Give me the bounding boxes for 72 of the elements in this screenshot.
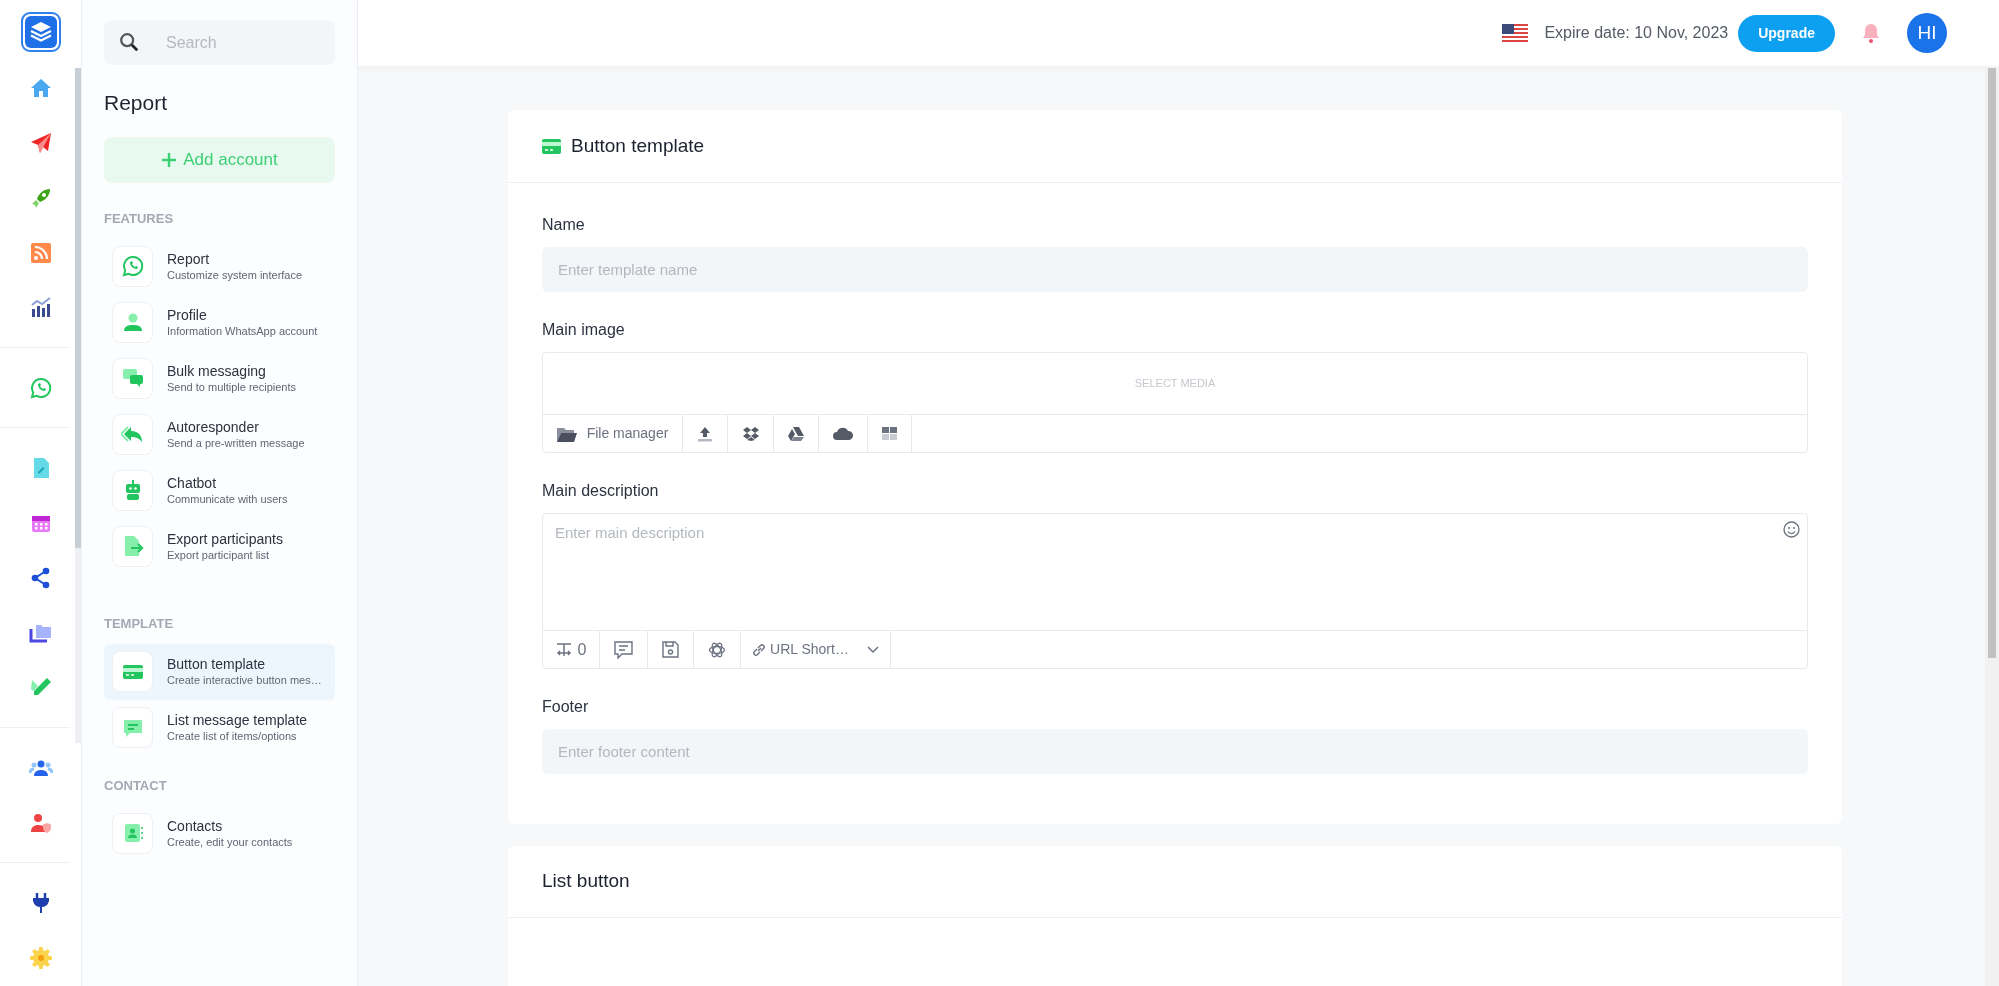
us-flag-icon[interactable] [1502,24,1529,42]
plus-icon [161,151,178,168]
item-title: List message template [167,711,308,729]
field-label: Footer [542,697,590,717]
sidebar-item[interactable]: Profile Information WhatsApp account [104,294,335,350]
item-title: Autoresponder [167,417,260,436]
item-subtitle: Create list of items/options [167,729,298,744]
item-title: Bulk messaging [167,361,267,380]
spacing-icon [555,642,572,657]
section-heading: FEATURES [104,209,175,228]
field-label: Main image [542,320,626,340]
item-title: Contacts [167,816,224,835]
grid-icon [882,427,897,440]
sidebar-item[interactable]: Export participants Export participant list [104,518,335,574]
sidebar-title: Report [104,90,169,116]
card-title: List button [542,869,630,894]
triangle-drive-icon [788,426,804,441]
upload-icon [697,425,713,442]
item-title: Profile [167,305,208,324]
field-label: Name [542,215,586,235]
dropbox-icon [742,426,759,441]
sidebar-item[interactable]: List message template Create list of items/options [104,699,335,756]
emoji-icon[interactable] [1783,521,1800,538]
item-subtitle: Customize system interface [167,267,303,283]
item-subtitle: Send a pre-written message [167,435,305,451]
sidebar-item[interactable]: Contacts Create, edit your contacts [104,805,335,861]
item-subtitle: Create, edit your contacts [167,834,293,850]
sidebar-item[interactable]: Bulk messaging Send to multiple recipients [104,350,335,406]
sidebar-item[interactable]: Button template Create interactive button mes… [104,643,335,700]
sidebar-item[interactable]: Report Customize system interface [104,238,335,294]
comment-icon [614,640,633,659]
item-title: Chatbot [167,473,218,492]
search-field[interactable]: Search [104,20,335,65]
url-shortener-dropdown[interactable]: URL Short… [741,631,891,668]
search-icon [118,31,140,53]
counter-button[interactable]: 0 [543,631,600,668]
media-selector[interactable]: SELECT MEDIA File manager [542,352,1808,453]
text-field[interactable]: Enter footer content [542,729,1808,774]
item-subtitle: Create interactive button mes… [167,673,322,688]
whatsapp-icon [120,254,145,278]
item-subtitle: Export participant list [167,547,271,563]
bell-icon [1862,23,1880,43]
app-logo[interactable] [20,12,61,52]
item-subtitle: Information WhatsApp account [167,323,318,339]
card-title: Button template [571,133,705,158]
item-title: Report [167,249,211,268]
select-media-hint: SELECT MEDIA [1134,376,1216,392]
file-manager-button[interactable]: File manager [543,415,683,452]
item-subtitle: Communicate with users [167,491,288,507]
item-title: Export participants [167,529,283,548]
rss-icon [28,240,53,265]
folder-icon [556,425,577,442]
sidebar-item[interactable]: Autoresponder Send a pre-written message [104,406,335,462]
scrollbar[interactable] [1985,66,1999,986]
cloud-icon [833,427,853,440]
sidebar-item[interactable]: Chatbot Communicate with users [104,462,335,518]
text-field[interactable]: Enter template name [542,247,1808,292]
scrollbar[interactable] [75,68,81,743]
item-title: Button template [167,655,267,673]
whatsapp-icon [28,375,53,400]
section-heading: CONTACT [104,776,168,795]
gear-icon [28,945,53,970]
card-icon [542,138,561,154]
item-subtitle: Send to multiple recipients [167,379,296,395]
section-heading: TEMPLATE [104,615,175,633]
expire-date: Expire date: 10 Nov, 2023 [1544,23,1729,43]
field-label: Main description [542,481,660,501]
description-field[interactable]: Enter main description [542,513,1808,631]
caret-icon [866,645,879,654]
link-icon [752,642,767,657]
user-avatar[interactable]: HI [1907,13,1947,53]
knot-icon [708,640,726,659]
